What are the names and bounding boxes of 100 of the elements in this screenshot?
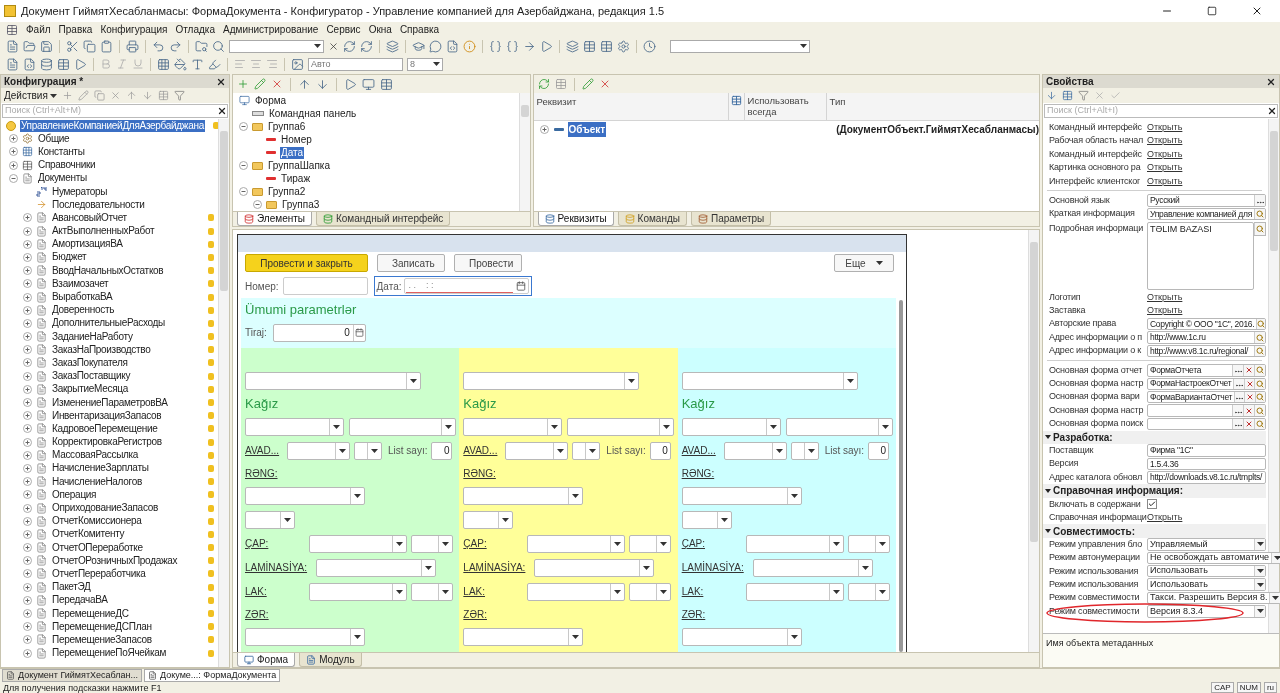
tab[interactable]: Элементы — [237, 212, 312, 226]
field-label[interactable]: AVAD... — [463, 443, 502, 458]
menu-item[interactable]: Справка — [399, 22, 440, 37]
tree-item[interactable]: ОтчетОРозничныхПродажах — [51, 554, 179, 567]
property-field[interactable]: Управление компанией для — [1147, 207, 1266, 221]
font-field[interactable]: Авто — [308, 57, 403, 71]
tree-item[interactable]: Взаимозачет — [51, 277, 110, 290]
property-field[interactable]: ФормаОтчета — [1147, 364, 1266, 377]
field-label[interactable]: ZƏR: — [245, 606, 457, 622]
open-link[interactable]: Открыть — [1147, 120, 1183, 135]
tree-item[interactable]: Константы — [37, 145, 86, 158]
menu-item[interactable]: Правка — [58, 22, 93, 37]
tree-item[interactable]: Дата — [280, 146, 305, 159]
tree-item[interactable]: ЗаказПокупателя — [51, 356, 129, 369]
open-link[interactable]: Открыть — [1147, 174, 1183, 188]
tree-item[interactable]: УправлениеКомпаниейДляАзербайджана — [20, 119, 205, 132]
tab[interactable]: Командный интерфейс — [316, 212, 451, 226]
open-link[interactable]: Открыть — [1147, 147, 1183, 162]
tree-item[interactable]: Доверенность — [51, 304, 116, 317]
select-field[interactable]: Управляемый — [1147, 538, 1266, 551]
tree-item[interactable]: ОтчетОПереработке — [51, 541, 144, 554]
open-link[interactable]: Открыть — [1147, 304, 1183, 318]
tree-item[interactable]: ОтчетКомитенту — [51, 528, 126, 541]
text-area[interactable]: TƏLIM BAZASI — [1147, 221, 1254, 290]
more-button[interactable]: Еще — [834, 254, 894, 272]
tree-item[interactable]: Группа6 — [267, 120, 307, 133]
tree-item[interactable]: ИзменениеПараметровВА — [51, 396, 169, 409]
form-button[interactable]: Записать — [377, 254, 445, 272]
tab[interactable]: Команды — [617, 212, 687, 226]
tree-item[interactable]: Тираж — [280, 172, 312, 185]
field-label[interactable]: ÇAP: — [245, 536, 305, 551]
tree-item[interactable]: НачислениеЗарплаты — [51, 462, 150, 475]
property-field[interactable]: http://www.v8.1c.ru/regional/ — [1147, 344, 1266, 358]
open-link[interactable]: Открыть — [1147, 161, 1183, 175]
select-field[interactable]: Не освобождать автоматиче — [1147, 551, 1280, 565]
tree-item[interactable]: АвансовыйОтчет — [51, 211, 128, 224]
property-field[interactable]: ФормаВариантаОтчет — [1147, 390, 1266, 404]
tree-item[interactable]: Форма — [254, 94, 288, 107]
tree-item[interactable]: ПакетЭД — [51, 581, 92, 594]
open-link[interactable]: Открыть — [1147, 290, 1183, 305]
property-field[interactable]: Русский — [1147, 194, 1266, 207]
menu-item[interactable]: Сервис — [326, 22, 361, 37]
font-size-field[interactable]: 8 — [407, 57, 443, 71]
window-tab[interactable]: Докуме...: ФормаДокумента — [144, 669, 281, 682]
tree-item[interactable]: ДополнительныеРасходы — [51, 317, 166, 330]
field-label[interactable]: RƏNG: — [245, 465, 457, 481]
tree-item[interactable]: КадровоеПеремещение — [51, 422, 159, 435]
tree-item[interactable]: ВыработкаВА — [51, 291, 114, 304]
tree-item[interactable]: ПередачаВА — [51, 594, 109, 607]
tab[interactable]: Форма — [237, 653, 296, 667]
tree-item[interactable]: ПеремещениеЗапасов — [51, 633, 153, 646]
menu-item[interactable]: Администрирование — [223, 22, 319, 37]
form-button[interactable]: Провести и закрыть — [245, 254, 368, 272]
column-header[interactable]: Использовать всегда — [744, 93, 827, 120]
field-label[interactable]: LAMİNASİYA: — [245, 560, 312, 575]
field-label[interactable]: AVAD... — [245, 443, 283, 458]
tree-item[interactable]: Справочники — [37, 159, 97, 172]
field-label[interactable]: LAK: — [245, 584, 305, 599]
tree-item[interactable]: АмортизацияВА — [51, 238, 124, 251]
window-tab[interactable]: Документ ГиймятХесаблан... — [2, 669, 143, 682]
property-field[interactable]: http://www.1c.ru — [1147, 331, 1266, 344]
field-label[interactable]: AVAD... — [681, 443, 720, 458]
tree-item[interactable]: Операция — [51, 488, 98, 501]
number-field[interactable]: 0 — [649, 441, 671, 460]
property-field[interactable]: Copyright © ООО "1С", 2016. — [1147, 317, 1266, 331]
tree-item[interactable]: ИнвентаризацияЗапасов — [51, 409, 163, 422]
select-field[interactable]: Такси. Разрешить Версия 8. — [1147, 591, 1280, 605]
field-label[interactable]: ZƏR: — [463, 606, 675, 622]
tree-item[interactable]: Группа2 — [267, 185, 307, 198]
tree-item[interactable]: АктВыполненныхРабот — [51, 225, 156, 238]
open-link[interactable]: Открыть — [1147, 510, 1183, 525]
field-label[interactable]: LAK: — [681, 584, 742, 599]
property-field[interactable]: 1.5.4.36 — [1147, 457, 1266, 471]
number-field[interactable]: 0 — [272, 323, 366, 342]
tree-item[interactable]: Номер — [280, 133, 313, 146]
column-header[interactable]: Тип — [826, 93, 1039, 120]
select-field[interactable]: Использовать — [1147, 578, 1266, 591]
tree-item[interactable]: КорректировкаРегистров — [51, 436, 163, 449]
menu-item[interactable]: Файл — [26, 22, 51, 37]
field-label[interactable]: ZƏR: — [681, 606, 893, 622]
tree-item[interactable]: ПеремещениеПоЯчейкам — [51, 647, 167, 660]
field-label[interactable]: LAK: — [463, 584, 524, 599]
property-field[interactable]: ФормаНастроекОтчет — [1147, 377, 1266, 390]
tab[interactable]: Модуль — [299, 653, 362, 667]
field-label[interactable]: ÇAP: — [463, 536, 524, 551]
menu-item[interactable]: Окна — [368, 22, 392, 37]
number-field[interactable]: 0 — [431, 441, 453, 460]
property-field[interactable]: Фирма "1С" — [1147, 444, 1266, 457]
tree-item[interactable]: ПеремещениеДСПлан — [51, 620, 153, 633]
tree-item[interactable]: ОтчетПереработчика — [51, 567, 147, 580]
menu-item[interactable]: Отладка — [175, 22, 215, 37]
property-field[interactable]: http://downloads.v8.1c.ru/tmplts/ — [1147, 471, 1266, 484]
tree-item[interactable]: Группа3 — [281, 198, 321, 211]
tree-item[interactable]: ГруппаШапка — [267, 159, 331, 172]
field-label[interactable]: LAMİNASİYA: — [463, 560, 531, 575]
open-link[interactable]: Открыть — [1147, 134, 1183, 148]
tab[interactable]: Реквизиты — [537, 212, 614, 226]
tree-item[interactable]: ОтчетКомиссионера — [51, 515, 143, 528]
tree-item[interactable]: Нумераторы — [51, 185, 109, 198]
field-label[interactable]: ÇAP: — [681, 536, 742, 551]
